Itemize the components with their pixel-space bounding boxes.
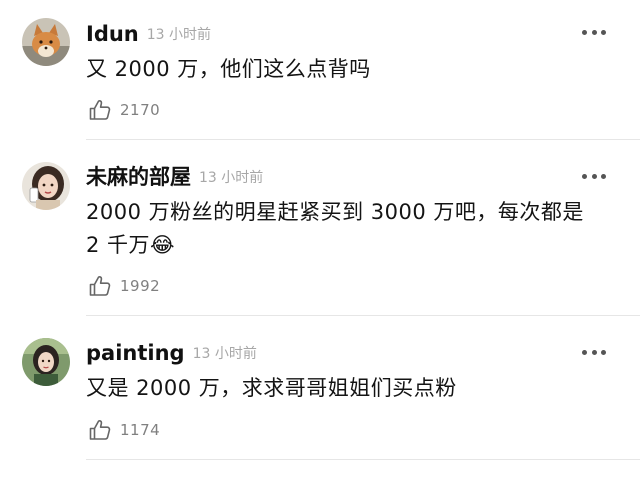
more-options-icon[interactable]	[582, 348, 606, 356]
comment-item: painting 13 小时前 又是 2000 万，求求哥哥姐姐们买点粉 1174	[0, 0, 640, 480]
divider	[86, 459, 640, 460]
timestamp: 13 小时前	[192, 346, 257, 362]
avatar[interactable]	[22, 338, 70, 386]
like-count: 1174	[120, 421, 161, 439]
girl-painting-avatar-icon	[22, 338, 70, 386]
comment-text: 又是 2000 万，求求哥哥姐姐们买点粉	[86, 376, 457, 400]
thumbs-up-icon	[89, 420, 111, 440]
username-text[interactable]: painting	[86, 341, 185, 365]
username[interactable]: painting 13 小时前	[86, 343, 257, 364]
like-button[interactable]: 1174	[88, 418, 160, 442]
